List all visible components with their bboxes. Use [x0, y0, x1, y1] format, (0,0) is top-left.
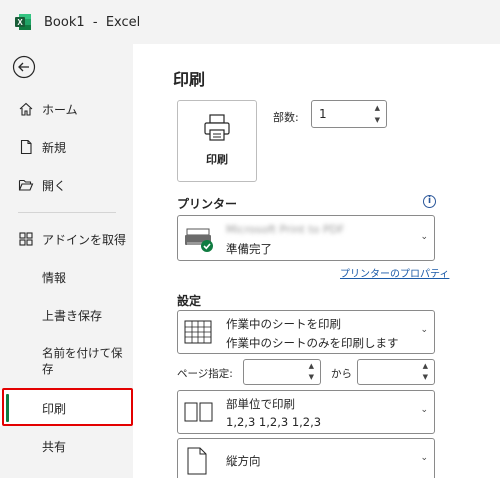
sidebar-item-label: 開く: [42, 178, 67, 193]
spin-down-icon[interactable]: ▼: [309, 373, 314, 381]
sidebar-item-new[interactable]: 新規: [0, 129, 133, 165]
printer-name: Microsoft Print to PDF: [226, 223, 345, 236]
sidebar-item-label: 情報: [42, 270, 67, 285]
title-bar: X Book1 - Excel: [0, 0, 500, 44]
printer-status: 準備完了: [226, 242, 272, 256]
print-scope-desc: 作業中のシートのみを印刷します: [226, 336, 399, 350]
sidebar-item-open[interactable]: 開く: [0, 167, 133, 203]
sidebar-item-label: 新規: [42, 140, 67, 155]
printer-dropdown[interactable]: Microsoft Print to PDF 準備完了 ⌄: [177, 215, 435, 261]
printer-device-icon: [185, 228, 213, 252]
printer-properties-link[interactable]: プリンターのプロパティ: [340, 265, 449, 280]
chevron-down-icon: ⌄: [420, 405, 428, 415]
sidebar-item-label: 共有: [42, 439, 67, 454]
svg-text:X: X: [17, 18, 23, 27]
folder-open-icon: [18, 179, 34, 191]
spin-down-icon[interactable]: ▼: [375, 116, 380, 124]
home-icon: [19, 102, 33, 116]
chevron-down-icon: ⌄: [420, 232, 428, 242]
spin-up-icon[interactable]: ▲: [309, 362, 314, 370]
spin-down-icon[interactable]: ▼: [423, 373, 428, 381]
addins-grid-icon: [19, 232, 33, 246]
sidebar-item-share[interactable]: 共有: [0, 428, 133, 464]
print-panel: 印刷 印刷 部数: 1 ▲ ▼ プリンター i Microsoft Print …: [133, 44, 500, 478]
sidebar-item-label: 名前を付けて保: [42, 346, 123, 360]
page-title: 印刷: [173, 70, 206, 89]
sheet-grid-icon: [184, 320, 212, 344]
sidebar-item-label-cont: 存: [42, 362, 54, 376]
pages-to-input[interactable]: ▲ ▼: [357, 359, 435, 385]
highlight-box: [2, 388, 133, 426]
copies-value: 1: [319, 107, 327, 121]
pages-label: ページ指定:: [177, 368, 233, 380]
sidebar-item-label: アドインを取得: [42, 232, 127, 247]
collate-pages-icon: [184, 402, 213, 422]
window-title: Book1 - Excel: [44, 15, 141, 30]
print-scope-dropdown[interactable]: 作業中のシートを印刷 作業中のシートのみを印刷します ⌄: [177, 310, 435, 354]
sidebar-item-label: 上書き保存: [42, 308, 103, 323]
print-button-label: 印刷: [206, 153, 228, 166]
portrait-page-icon: [187, 447, 207, 475]
sidebar-divider: [18, 212, 116, 213]
print-button[interactable]: 印刷: [177, 100, 257, 182]
collate-desc: 1,2,3 1,2,3 1,2,3: [226, 415, 322, 429]
pages-to-label: から: [331, 368, 352, 380]
settings-heading: 設定: [177, 294, 202, 308]
spin-up-icon[interactable]: ▲: [375, 104, 380, 112]
collate-title: 部単位で印刷: [226, 397, 295, 411]
printer-heading: プリンター: [177, 197, 238, 211]
pages-from-input[interactable]: ▲ ▼: [243, 359, 321, 385]
back-arrow-icon[interactable]: [12, 55, 36, 79]
sidebar-item-save-as[interactable]: 名前を付けて保 存: [0, 335, 133, 383]
printer-icon: [204, 114, 230, 141]
new-document-icon: [20, 139, 32, 155]
sidebar-item-info[interactable]: 情報: [0, 259, 133, 295]
chevron-down-icon: ⌄: [420, 325, 428, 335]
sidebar-item-get-addins[interactable]: アドインを取得: [0, 221, 133, 257]
print-scope-title: 作業中のシートを印刷: [226, 317, 341, 331]
copies-stepper[interactable]: 1 ▲ ▼: [311, 100, 387, 128]
info-icon[interactable]: i: [423, 195, 436, 208]
sidebar-item-save[interactable]: 上書き保存: [0, 297, 133, 333]
orientation-dropdown[interactable]: 縦方向 ⌄: [177, 438, 435, 478]
sidebar-item-label: ホーム: [42, 102, 78, 117]
spin-up-icon[interactable]: ▲: [423, 362, 428, 370]
collate-dropdown[interactable]: 部単位で印刷 1,2,3 1,2,3 1,2,3 ⌄: [177, 390, 435, 434]
sidebar-item-home[interactable]: ホーム: [0, 91, 133, 127]
chevron-down-icon: ⌄: [420, 453, 428, 463]
excel-logo-icon: X: [15, 14, 31, 30]
orientation-value: 縦方向: [226, 454, 261, 468]
copies-label: 部数:: [273, 111, 299, 124]
